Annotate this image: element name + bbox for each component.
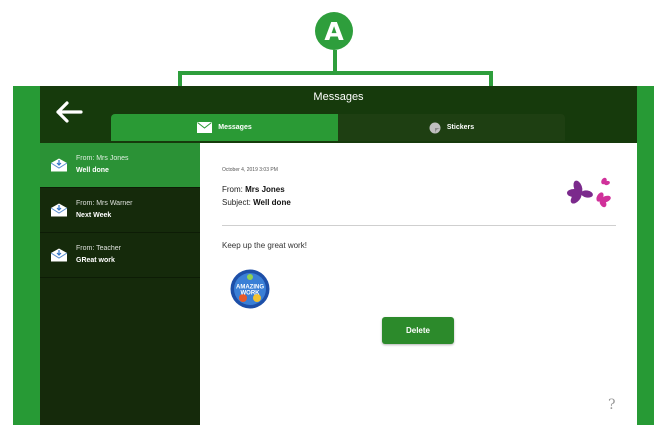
sticker-text-2: WORK xyxy=(241,291,261,297)
message-item[interactable]: From: Mrs Warner Next Week xyxy=(40,188,200,233)
message-date: October 4, 2019 3:03 PM xyxy=(222,167,278,173)
message-detail: October 4, 2019 3:03 PM From: Mrs Jones … xyxy=(200,143,637,425)
message-from: From: Mrs Warner xyxy=(76,200,133,207)
message-subject-line: Subject: Well done xyxy=(222,198,291,207)
tab-messages[interactable]: Messages xyxy=(111,114,338,141)
divider xyxy=(222,225,616,226)
back-arrow-icon[interactable] xyxy=(54,100,84,124)
envelope-icon xyxy=(197,122,213,133)
callout-bracket-stem xyxy=(333,50,337,72)
from-value: Mrs Jones xyxy=(245,185,285,194)
delete-button[interactable]: Delete xyxy=(382,317,454,344)
page-title: Messages xyxy=(313,91,364,103)
message-item-text: From: Mrs Jones Well done xyxy=(76,153,129,177)
help-icon[interactable]: ? xyxy=(608,397,616,413)
message-from: From: Teacher xyxy=(76,245,121,252)
message-item-text: From: Teacher GReat work xyxy=(76,243,121,267)
message-subject: Well done xyxy=(76,167,109,174)
tab-stickers-label: Stickers xyxy=(446,124,475,131)
app-header: Messages Messages Stickers xyxy=(40,86,637,143)
tab-stickers[interactable]: Stickers xyxy=(338,114,565,141)
message-subject: GReat work xyxy=(76,257,115,264)
subject-value: Well done xyxy=(253,198,291,207)
sticker-icon xyxy=(429,122,441,134)
callout-badge: A xyxy=(315,12,353,50)
tab-messages-label: Messages xyxy=(218,124,252,131)
open-envelope-icon xyxy=(50,158,68,172)
message-item-text: From: Mrs Warner Next Week xyxy=(76,198,133,222)
message-subject: Next Week xyxy=(76,212,112,219)
callout-bracket-bar xyxy=(178,71,493,75)
subject-label: Subject: xyxy=(222,198,251,207)
message-list: From: Mrs Jones Well done From: Mrs Warn… xyxy=(40,143,200,425)
message-from-line: From: Mrs Jones xyxy=(222,185,285,194)
message-item[interactable]: From: Teacher GReat work xyxy=(40,233,200,278)
message-from: From: Mrs Jones xyxy=(76,155,129,162)
pinwheel-logo-icon xyxy=(567,177,611,208)
open-envelope-icon xyxy=(50,203,68,217)
message-item[interactable]: From: Mrs Jones Well done xyxy=(40,143,200,188)
message-body: Keep up the great work! xyxy=(222,241,307,250)
from-label: From: xyxy=(222,185,243,194)
amazing-work-sticker: AMAZING WORK xyxy=(230,269,270,309)
messages-app: Messages Messages Stickers From: Mrs Jon… xyxy=(40,86,637,425)
open-envelope-icon xyxy=(50,248,68,262)
